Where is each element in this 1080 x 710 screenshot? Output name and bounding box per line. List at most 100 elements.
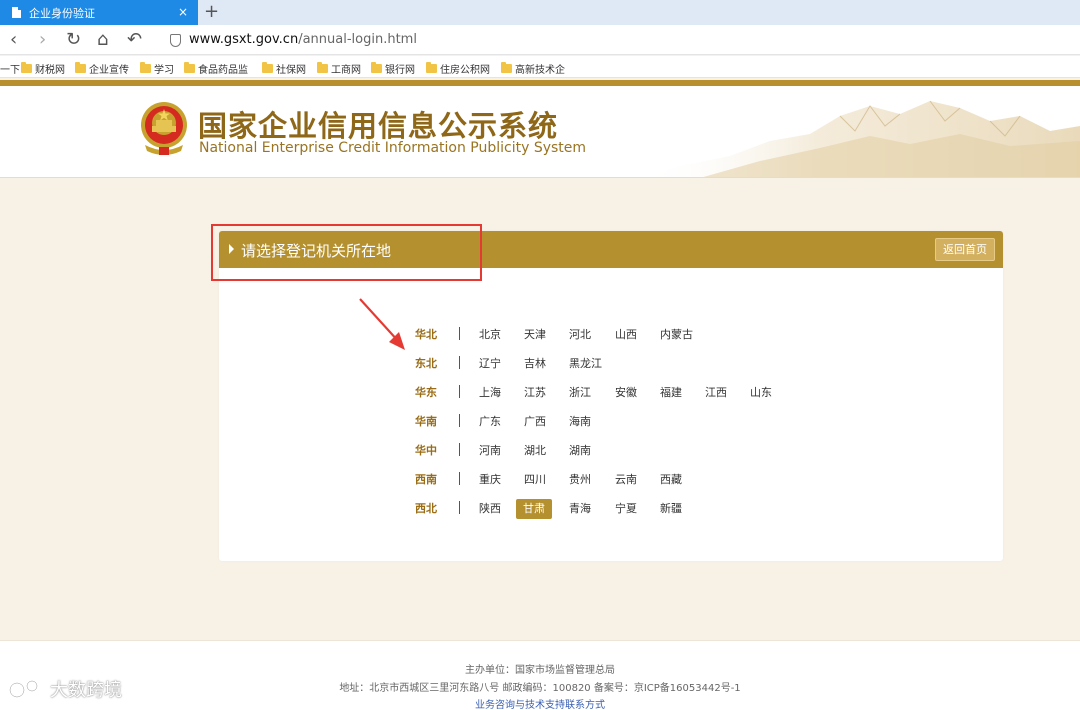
region-label: 东北 — [415, 357, 437, 370]
bookmark-item[interactable]: 工商网 — [317, 61, 361, 76]
province-link[interactable]: 上海 — [479, 383, 501, 403]
province-link[interactable]: 河南 — [479, 441, 501, 461]
province-link[interactable]: 辽宁 — [479, 354, 501, 374]
province-link[interactable]: 湖南 — [569, 441, 591, 461]
region-label: 西南 — [415, 473, 437, 486]
divider — [459, 356, 460, 369]
annotation-arrow-icon — [359, 298, 405, 350]
divider — [459, 443, 460, 456]
province-link[interactable]: 河北 — [569, 325, 591, 345]
bookmark-label: 学习 — [154, 65, 174, 76]
region-label: 西北 — [415, 502, 437, 515]
province-link[interactable]: 广西 — [524, 412, 546, 432]
province-link[interactable]: 山东 — [750, 383, 772, 403]
bookmark-label: 银行网 — [385, 65, 415, 76]
folder-icon — [371, 62, 382, 73]
watermark-text: 大数跨境 — [50, 680, 122, 701]
bookmark-item[interactable]: 财税网 — [21, 61, 65, 76]
footer-address: 地址：北京市西城区三里河东路八号 邮政编码：100820 备案号：京ICP备16… — [339, 683, 741, 694]
province-link[interactable]: 天津 — [524, 325, 546, 345]
bookmark-label: 社保网 — [276, 65, 306, 76]
province-link[interactable]: 贵州 — [569, 470, 591, 490]
bookmark-label: 企业宣传 — [89, 65, 129, 76]
province-link[interactable]: 湖北 — [524, 441, 546, 461]
province-link[interactable]: 江西 — [705, 383, 727, 403]
bookmark-item[interactable]: 住房公积网 — [426, 61, 490, 76]
reload-icon[interactable]: ↻ — [66, 28, 81, 52]
bookmark-partial[interactable]: 一下 — [0, 61, 20, 76]
folder-icon — [317, 62, 328, 73]
url-field[interactable]: www.gsxt.gov.cn/annual-login.html — [189, 32, 417, 47]
shield-icon[interactable] — [170, 34, 181, 47]
watermark: 大数跨境 — [8, 676, 122, 702]
bookmark-label: 食品药品监 — [198, 65, 248, 76]
return-home-button[interactable]: 返回首页 — [935, 238, 995, 261]
folder-icon — [262, 62, 273, 73]
province-link[interactable]: 山西 — [615, 325, 637, 345]
bookmark-item[interactable]: 企业宣传 — [75, 61, 129, 76]
province-link[interactable]: 四川 — [524, 470, 546, 490]
province-link[interactable]: 江苏 — [524, 383, 546, 403]
annotation-highlight-box — [211, 224, 482, 281]
divider — [459, 414, 460, 427]
forward-icon[interactable]: › — [39, 28, 46, 52]
document-icon — [12, 7, 21, 18]
footer-sponsor: 主办单位：国家市场监督管理总局 — [465, 665, 615, 676]
national-emblem-icon — [141, 102, 187, 155]
back-icon[interactable]: ‹ — [10, 28, 17, 52]
province-link-selected[interactable]: 甘肃 — [516, 499, 552, 519]
browser-tab-bar: 企业身份验证 × + — [0, 0, 1080, 25]
province-link[interactable]: 青海 — [569, 499, 591, 519]
mountain-illustration — [643, 100, 1080, 177]
divider — [459, 501, 460, 514]
footer-contact-link[interactable]: 业务咨询与技术支持联系方式 — [0, 696, 1080, 710]
province-link[interactable]: 海南 — [569, 412, 591, 432]
bookmark-item[interactable]: 食品药品监 — [184, 61, 248, 76]
home-icon[interactable]: ⌂ — [97, 28, 108, 52]
browser-tab[interactable]: 企业身份验证 × — [0, 0, 198, 25]
province-link[interactable]: 内蒙古 — [660, 325, 693, 345]
province-link[interactable]: 浙江 — [569, 383, 591, 403]
divider — [459, 385, 460, 398]
province-link[interactable]: 新疆 — [660, 499, 682, 519]
bookmarks-bar: 一下 财税网 企业宣传 学习 食品药品监 社保网 工商网 银行网 住房公积网 高… — [0, 56, 1080, 78]
url-host: www.gsxt.gov.cn — [189, 32, 299, 47]
folder-icon — [140, 62, 151, 73]
folder-icon — [426, 62, 437, 73]
address-bar: ‹ › ↻ ⌂ ↶ www.gsxt.gov.cn/annual-login.h… — [0, 25, 1080, 55]
province-link[interactable]: 广东 — [479, 412, 501, 432]
region-label: 华东 — [415, 386, 437, 399]
undo-icon[interactable]: ↶ — [127, 28, 142, 52]
province-link[interactable]: 陕西 — [479, 499, 501, 519]
bookmark-item[interactable]: 社保网 — [262, 61, 306, 76]
province-link[interactable]: 云南 — [615, 470, 637, 490]
region-label: 华南 — [415, 415, 437, 428]
site-title-en: National Enterprise Credit Information P… — [199, 140, 587, 156]
bookmark-label: 工商网 — [331, 65, 361, 76]
province-link[interactable]: 吉林 — [524, 354, 546, 374]
site-title-cn: 国家企业信用信息公示系统 — [198, 109, 559, 143]
bookmark-label: 住房公积网 — [440, 65, 490, 76]
tab-title: 企业身份验证 — [29, 6, 95, 20]
bookmark-label: 高新技术企 — [515, 65, 565, 76]
folder-icon — [184, 62, 195, 73]
province-link[interactable]: 安徽 — [615, 383, 637, 403]
province-link[interactable]: 福建 — [660, 383, 682, 403]
site-header: 国家企业信用信息公示系统 National Enterprise Credit … — [0, 86, 1080, 178]
bookmark-item[interactable]: 学习 — [140, 61, 174, 76]
bookmark-label: 财税网 — [35, 65, 65, 76]
bookmark-item[interactable]: 高新技术企 — [501, 61, 565, 76]
url-path: /annual-login.html — [298, 32, 417, 47]
folder-icon — [21, 62, 32, 73]
province-link[interactable]: 宁夏 — [615, 499, 637, 519]
tab-close-icon[interactable]: × — [178, 5, 188, 19]
province-link[interactable]: 重庆 — [479, 470, 501, 490]
province-link[interactable]: 西藏 — [660, 470, 682, 490]
province-link[interactable]: 黑龙江 — [569, 354, 602, 374]
province-link[interactable]: 北京 — [479, 325, 501, 345]
bookmark-item[interactable]: 银行网 — [371, 61, 415, 76]
region-label: 华北 — [415, 328, 437, 341]
new-tab-button[interactable]: + — [204, 2, 219, 22]
divider — [459, 472, 460, 485]
site-footer: 主办单位：国家市场监督管理总局 地址：北京市西城区三里河东路八号 邮政编码：10… — [0, 640, 1080, 710]
